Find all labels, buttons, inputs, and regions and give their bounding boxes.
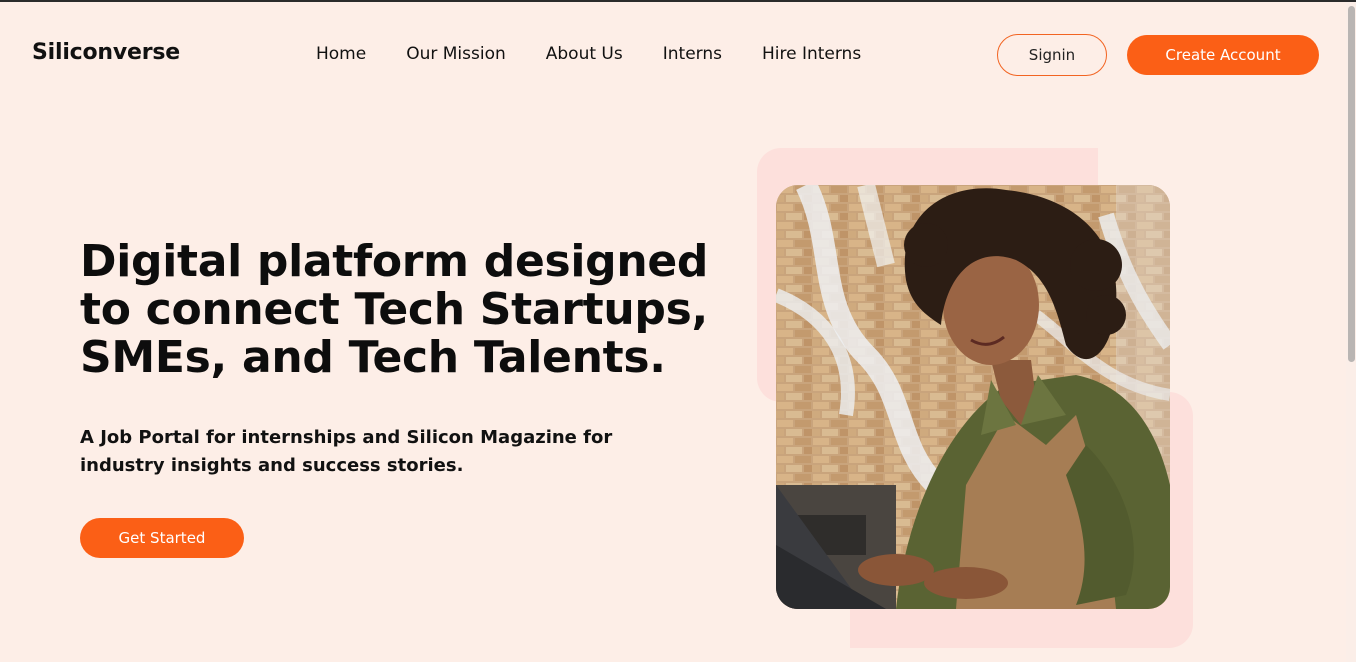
nav-our-mission-link[interactable]: Our Mission [406,44,506,64]
site-logo[interactable]: Siliconverse [32,40,180,65]
window-top-border [0,0,1356,2]
create-account-button[interactable]: Create Account [1127,35,1319,75]
signin-button[interactable]: Signin [997,34,1107,76]
hero-title: Digital platform designed to connect Tec… [80,236,709,383]
nav-about-us-link[interactable]: About Us [546,44,623,64]
nav-home-link[interactable]: Home [316,44,366,64]
hero-photo [776,185,1170,609]
nav-hire-interns-link[interactable]: Hire Interns [762,44,861,64]
page-scrollbar[interactable] [1346,2,1356,662]
hero-subtitle: A Job Portal for internships and Silicon… [80,427,613,476]
nav-interns-link[interactable]: Interns [663,44,722,64]
get-started-button[interactable]: Get Started [80,518,244,558]
main-nav: Home Our Mission About Us Interns Hire I… [316,44,861,64]
scrollbar-thumb[interactable] [1348,6,1355,362]
